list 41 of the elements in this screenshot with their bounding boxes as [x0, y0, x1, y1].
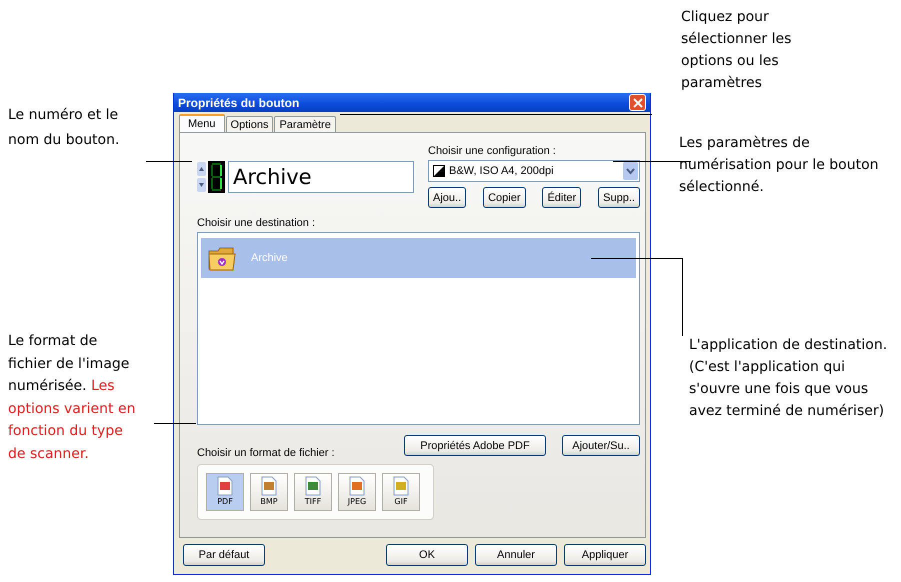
callout-text: L'application de destination. (C'est l'application qui s'ouvre une fois que vous avez terminé de numériser) — [689, 336, 888, 421]
file-format-button[interactable]: TIFF — [294, 473, 332, 511]
dialog-button[interactable]: Par défaut — [183, 544, 265, 566]
close-icon — [632, 98, 642, 108]
tab[interactable]: Menu — [179, 114, 225, 132]
file-icon — [392, 476, 410, 496]
dialog-button[interactable]: Appliquer — [564, 544, 646, 566]
callout-text: Les paramètres de numérisation pour le bouton sélectionné. — [679, 134, 880, 197]
dialog-button[interactable]: OK — [386, 544, 468, 566]
callout-text: Le format de fichier de l'image numérisée. Les options varient en fonction du type de scanner. — [8, 332, 136, 464]
file-format-button[interactable]: PDF — [206, 473, 244, 511]
contrast-icon — [433, 165, 445, 177]
configuration-dropdown[interactable]: B&W, ISO A4, 200dpi — [428, 160, 640, 182]
field-label: Choisir une configuration : — [428, 145, 556, 157]
file-icon — [304, 476, 322, 496]
tab[interactable]: Options — [226, 116, 274, 132]
format-option-button[interactable]: Ajouter/Su.. — [562, 435, 640, 456]
config-button[interactable]: Copier — [483, 187, 526, 208]
digit-display-icon — [208, 161, 225, 193]
config-button[interactable]: Éditer — [542, 187, 582, 208]
dialog-button[interactable]: Annuler — [475, 544, 557, 566]
config-button[interactable]: Supp.. — [598, 187, 640, 208]
button-name-field[interactable]: Archive — [228, 161, 414, 193]
file-format-button[interactable]: GIF — [382, 473, 420, 511]
callout-text: Le numéro et le nom du bouton. — [8, 106, 120, 150]
close-button[interactable] — [629, 94, 646, 111]
leader-line — [146, 161, 192, 162]
file-icon — [260, 476, 278, 496]
file-icon — [348, 476, 366, 496]
format-option-button[interactable]: Propriétés Adobe PDF — [404, 435, 546, 456]
callout-text: Cliquez pour sélectionner les options ou les paramètres — [681, 8, 792, 93]
spinner-control[interactable] — [197, 162, 206, 192]
tab[interactable]: Paramètre — [274, 116, 336, 132]
field-label: Choisir un format de fichier : — [197, 447, 335, 459]
file-format-button[interactable]: JPEG — [338, 473, 376, 511]
field-label: Choisir une destination : — [197, 217, 316, 229]
config-button[interactable]: Ajou.. — [428, 187, 466, 208]
window-title: Propriétés du bouton — [178, 96, 300, 110]
file-format-button[interactable]: BMP — [250, 473, 288, 511]
leader-line — [154, 423, 196, 424]
file-icon — [216, 476, 234, 496]
